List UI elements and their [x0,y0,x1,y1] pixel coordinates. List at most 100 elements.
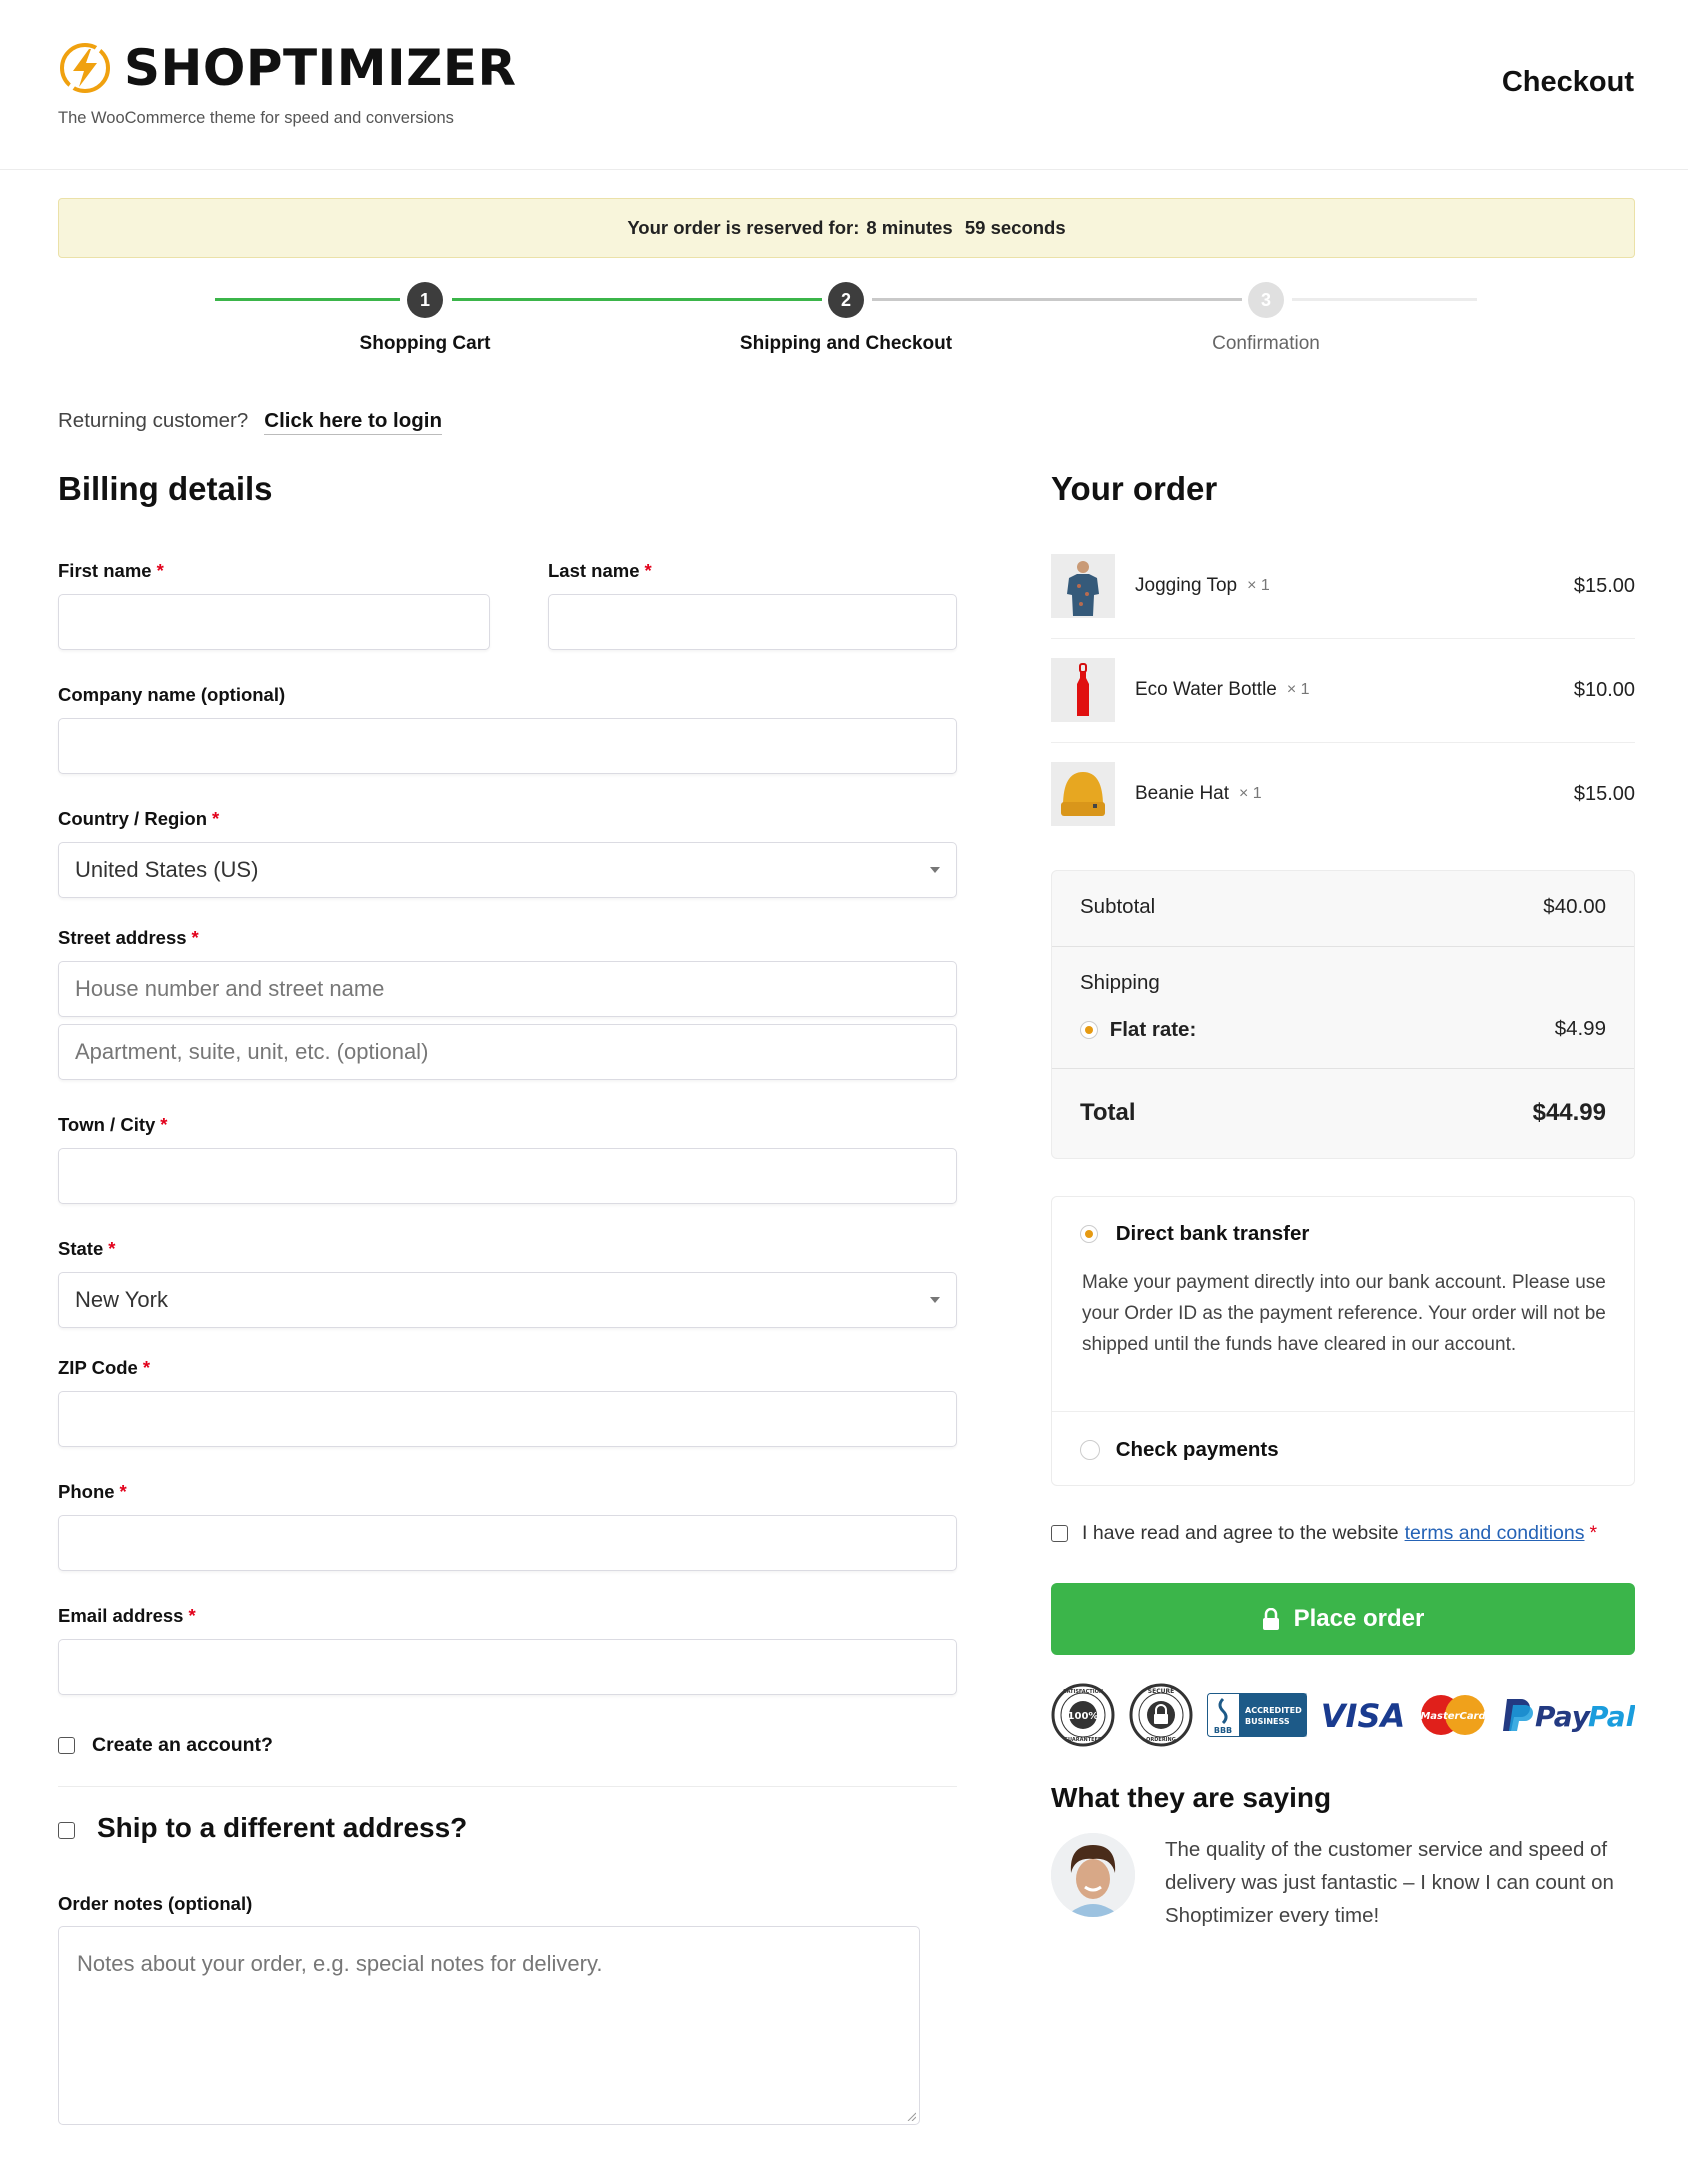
badge-text: GUARANTEED [1064,1737,1102,1743]
step-3-label: Confirmation [1212,333,1320,354]
t-shirt-image-icon [1051,554,1115,618]
shipping-price: $4.99 [1554,1017,1606,1040]
chevron-down-icon [930,867,940,873]
country-value: United States (US) [75,857,259,882]
paypal-logo-icon: PayPal [1503,1699,1635,1733]
subtotal-value: $40.00 [1543,895,1606,918]
first-name-input[interactable] [58,594,490,650]
progress-line [872,298,1242,301]
timer-value: 8 minutes 59 seconds [866,217,1065,239]
create-account-checkbox[interactable] [58,1737,75,1754]
state-select[interactable]: New York [58,1272,957,1328]
divider [1052,1068,1634,1069]
step-1-circle[interactable]: 1 [407,282,443,318]
resize-handle-icon[interactable] [906,2111,916,2121]
beanie-image-icon [1051,762,1115,826]
testimonial-quote: The quality of the customer service and … [1165,1838,1614,1927]
progress-line [1292,298,1477,301]
badge-text: ACCREDITED [1245,1706,1302,1715]
terms-link[interactable]: terms and conditions [1405,1522,1585,1545]
product-thumbnail-water-bottle[interactable] [1051,658,1115,722]
testimonial-avatar [1051,1833,1135,1917]
street-line1-input[interactable]: House number and street name [58,961,957,1017]
shipping-method: Flat rate: [1109,1017,1197,1041]
step-number: 2 [840,289,851,310]
total-row: Total $44.99 [1080,1099,1606,1127]
page-title: Checkout [1501,66,1634,98]
terms-checkbox[interactable] [1051,1525,1068,1542]
site-logo[interactable]: SHOPTIMIZER [58,40,517,96]
chevron-down-icon [930,1297,940,1303]
bank-transfer-label: Direct bank transfer [1115,1221,1310,1245]
trust-badges: 100% SATISFACTION GUARANTEED SECURE ORDE… [1051,1680,1635,1750]
email-input[interactable] [58,1639,957,1695]
terms-text: I have read and agree to the website [1082,1522,1399,1544]
login-link[interactable]: Click here to login [264,409,442,435]
first-name-label: First name * [58,560,164,581]
ship-different-label[interactable]: Ship to a different address? [97,1812,467,1844]
last-name-input[interactable] [548,594,957,650]
site-header: SHOPTIMIZER The WooCommerce theme for sp… [0,0,1688,170]
badge-text: MasterCard [1420,1711,1486,1722]
street-label: Street address * [58,927,199,948]
payment-methods: Direct bank transfer Make your payment d… [1051,1196,1635,1486]
order-notes-label: Order notes (optional) [58,1893,253,1914]
item-name: Jogging Top [1135,575,1238,596]
shipping-label: Shipping [1080,971,1160,994]
create-account-label[interactable]: Create an account? [92,1734,273,1757]
company-label: Company name (optional) [58,684,286,705]
brand-name: SHOPTIMIZER [124,39,517,97]
shipping-method-row[interactable]: Flat rate: $4.99 [1080,1017,1606,1042]
bank-transfer-description: Make your payment directly into our bank… [1082,1272,1606,1355]
item-quantity: × 1 [1286,681,1310,698]
phone-input[interactable] [58,1515,957,1571]
progress-line [452,298,822,301]
visa-logo-icon: VISA [1321,1697,1405,1735]
returning-customer-prompt: Returning customer? [58,409,249,432]
returning-customer: Returning customer? Click here to login [58,409,442,435]
order-notes-textarea[interactable]: Notes about your order, e.g. special not… [58,1926,920,2125]
badge-text: VISA [1321,1697,1405,1735]
payment-option-bank-transfer[interactable]: Direct bank transfer [1080,1221,1309,1246]
billing-title: Billing details [58,470,273,507]
check-payments-radio[interactable] [1080,1439,1100,1460]
order-title: Your order [1051,470,1218,507]
step-3-circle: 3 [1248,282,1284,318]
item-quantity: × 1 [1239,785,1262,802]
zip-input[interactable] [58,1391,957,1447]
check-payments-label: Check payments [1115,1437,1279,1461]
subtotal-label: Subtotal [1080,895,1156,918]
country-label: Country / Region * [58,808,220,829]
product-thumbnail-jogging-top[interactable] [1051,554,1115,618]
country-select[interactable]: United States (US) [58,842,957,898]
last-name-label: Last name * [548,560,652,581]
timer-seconds: 59 seconds [964,217,1066,238]
timer-minutes: 8 minutes [866,217,953,238]
shipping-radio[interactable] [1080,1020,1098,1039]
ship-different-checkbox[interactable] [58,1822,75,1839]
divider [1052,946,1634,947]
shipping-row: Shipping [1080,971,1606,995]
company-input[interactable] [58,718,957,774]
step-1-label[interactable]: Shopping Cart [360,333,491,355]
total-value: $44.99 [1532,1099,1606,1126]
order-item: Eco Water Bottle × 1 $10.00 [1051,638,1635,742]
badge-text: 100% [1068,1711,1099,1722]
mastercard-logo-icon: MasterCard [1420,1695,1487,1735]
phone-label: Phone * [58,1481,127,1502]
item-price: $15.00 [1573,782,1635,805]
lightning-bolt-icon [60,43,110,93]
city-input[interactable] [58,1148,957,1204]
product-thumbnail-beanie-hat[interactable] [1051,762,1115,826]
bank-transfer-radio[interactable] [1080,1224,1098,1243]
payment-option-check[interactable]: Check payments [1080,1437,1279,1462]
reservation-timer-notice: Your order is reserved for: 8 minutes 59… [58,198,1635,258]
badge-text: SATISFACTION [1063,1689,1103,1695]
item-price: $15.00 [1573,574,1635,597]
divider [58,1786,957,1787]
bbb-accredited-badge-icon: BBB ACCREDITED BUSINESS [1207,1693,1307,1737]
satisfaction-guaranteed-badge-icon: 100% SATISFACTION GUARANTEED [1051,1683,1115,1747]
street-line2-input[interactable]: Apartment, suite, unit, etc. (optional) [58,1024,957,1080]
order-notes-placeholder: Notes about your order, e.g. special not… [77,1951,603,1976]
place-order-button[interactable]: Place order [1051,1583,1635,1655]
